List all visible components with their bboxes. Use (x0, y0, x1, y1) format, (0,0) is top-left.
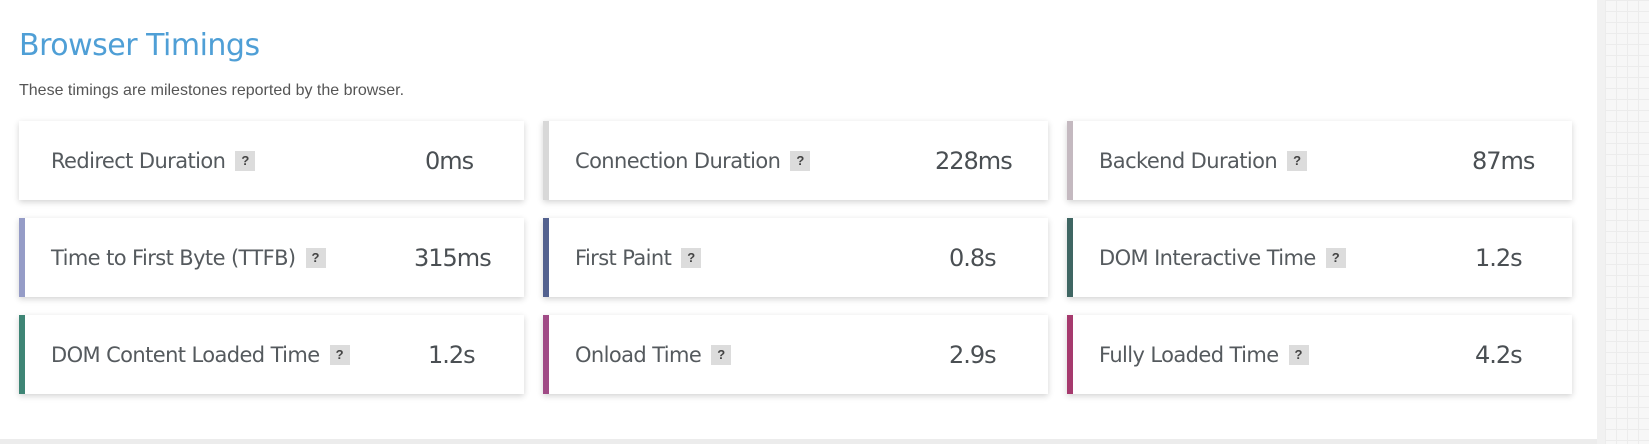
help-icon[interactable]: ? (305, 247, 326, 268)
metric-accent-bar (543, 315, 549, 394)
section-title: Browser Timings (19, 28, 260, 63)
metric-value: 1.2s (1475, 243, 1523, 272)
metric-accent-bar (19, 121, 25, 200)
help-icon[interactable]: ? (1287, 150, 1308, 171)
metric-value: 1.2s (428, 340, 476, 369)
metric-value: 87ms (1472, 146, 1535, 175)
timings-grid: Redirect Duration ? 0ms Connection Durat… (19, 121, 1572, 394)
help-icon[interactable]: ? (235, 150, 256, 171)
metric-label: Time to First Byte (TTFB) (51, 245, 296, 270)
metric-accent-bar (1067, 121, 1073, 200)
browser-timings-panel: Browser Timings These timings are milest… (0, 0, 1597, 439)
metric-label-wrap: Time to First Byte (TTFB) ? (51, 218, 326, 297)
metric-accent-bar (1067, 218, 1073, 297)
metric-label-wrap: Backend Duration ? (1099, 121, 1308, 200)
metric-card-dom-interactive-time: DOM Interactive Time ? 1.2s (1067, 218, 1572, 297)
metric-card-redirect-duration: Redirect Duration ? 0ms (19, 121, 524, 200)
metric-card-ttfb: Time to First Byte (TTFB) ? 315ms (19, 218, 524, 297)
metric-label: Redirect Duration (51, 148, 226, 173)
help-icon[interactable]: ? (790, 150, 811, 171)
help-icon[interactable]: ? (1325, 247, 1346, 268)
metric-label: DOM Interactive Time (1099, 245, 1316, 270)
metric-label: Fully Loaded Time (1099, 342, 1279, 367)
right-gutter (1597, 0, 1649, 444)
metric-card-onload-time: Onload Time ? 2.9s (543, 315, 1048, 394)
metric-card-connection-duration: Connection Duration ? 228ms (543, 121, 1048, 200)
metric-accent-bar (543, 121, 549, 200)
metric-value: 0.8s (949, 243, 997, 272)
metric-card-first-paint: First Paint ? 0.8s (543, 218, 1048, 297)
metric-label-wrap: Onload Time ? (575, 315, 732, 394)
metric-card-dom-content-loaded-time: DOM Content Loaded Time ? 1.2s (19, 315, 524, 394)
help-icon[interactable]: ? (329, 344, 350, 365)
metric-label: Connection Duration (575, 148, 781, 173)
metric-card-backend-duration: Backend Duration ? 87ms (1067, 121, 1572, 200)
metric-card-fully-loaded-time: Fully Loaded Time ? 4.2s (1067, 315, 1572, 394)
metric-label-wrap: DOM Content Loaded Time ? (51, 315, 350, 394)
background-pattern (1605, 0, 1649, 444)
panel-bottom-border (0, 439, 1597, 444)
metric-label-wrap: Redirect Duration ? (51, 121, 256, 200)
metric-accent-bar (1067, 315, 1073, 394)
metric-label: First Paint (575, 245, 672, 270)
metric-value: 228ms (935, 146, 1013, 175)
metric-accent-bar (19, 315, 25, 394)
metric-value: 2.9s (949, 340, 997, 369)
metric-value: 0ms (425, 146, 474, 175)
help-icon[interactable]: ? (681, 247, 702, 268)
metric-label-wrap: Fully Loaded Time ? (1099, 315, 1309, 394)
metric-label-wrap: Connection Duration ? (575, 121, 811, 200)
help-icon[interactable]: ? (711, 344, 732, 365)
section-subtitle: These timings are milestones reported by… (19, 82, 405, 99)
metric-label: Backend Duration (1099, 148, 1278, 173)
metric-value: 315ms (414, 243, 492, 272)
metric-label: DOM Content Loaded Time (51, 342, 320, 367)
metric-label-wrap: DOM Interactive Time ? (1099, 218, 1346, 297)
metric-label: Onload Time (575, 342, 702, 367)
metric-value: 4.2s (1475, 340, 1523, 369)
help-icon[interactable]: ? (1288, 344, 1309, 365)
metric-accent-bar (19, 218, 25, 297)
metric-accent-bar (543, 218, 549, 297)
metric-label-wrap: First Paint ? (575, 218, 702, 297)
